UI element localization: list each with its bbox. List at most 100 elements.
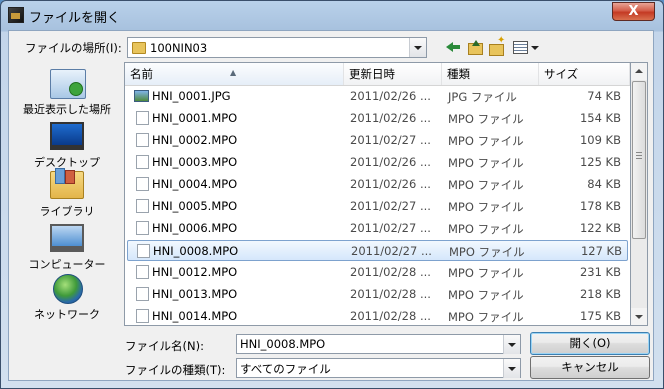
chevron-down-icon[interactable] [409,38,426,57]
close-button[interactable]: X [612,2,655,21]
filetype-dropdown[interactable]: すべてのファイル [236,358,521,378]
table-row[interactable]: HNI_0001.JPG 2011/02/26 ... JPG ファイル 74 KB [127,86,628,107]
file-list[interactable]: 名前 ▲ 更新日時 種類 サイズ HNI_0001.JPG 2011/02/26 … [124,62,631,326]
table-row[interactable]: HNI_0008.MPO 2011/02/27 ... MPO ファイル 127 KB [127,240,628,261]
column-header-size[interactable]: サイズ [539,63,630,85]
libraries-icon [50,168,84,199]
app-icon [8,7,24,23]
file-type: MPO ファイル [448,156,524,170]
filename-input[interactable]: HNI_0008.MPO [236,334,521,354]
place-label: デスクトップ [34,156,100,169]
file-name: HNI_0008.MPO [153,244,239,258]
file-size: 84 KB [587,177,621,191]
file-name: HNI_0003.MPO [152,155,238,169]
table-row[interactable]: HNI_0002.MPO 2011/02/27 ... MPO ファイル 109 KB [127,130,628,151]
filename-value: HNI_0008.MPO [240,337,326,351]
file-date: 2011/02/28 ... [350,287,431,301]
filetype-label: ファイルの種類(T): [125,363,226,377]
file-icon [136,177,149,191]
file-name: HNI_0012.MPO [152,265,238,279]
back-icon[interactable] [446,39,462,55]
file-size: 109 KB [579,133,621,147]
place-computer[interactable]: コンピューター [17,224,117,274]
file-date: 2011/02/26 ... [350,177,431,191]
chevron-down-icon[interactable] [503,359,520,378]
file-type: MPO ファイル [448,200,524,214]
file-name: HNI_0005.MPO [152,199,238,213]
place-label: コンピューター [28,258,106,271]
table-row[interactable]: HNI_0012.MPO 2011/02/28 ... MPO ファイル 231 KB [127,262,628,283]
title-bar[interactable]: ファイルを開く X [1,1,663,31]
scroll-down-icon[interactable] [631,308,647,325]
column-header-name-label: 名前 [130,67,153,81]
file-size: 231 KB [579,265,621,279]
place-recent[interactable]: 最近表示した場所 [17,69,117,119]
network-icon [53,274,83,304]
column-header-type[interactable]: 種類 [442,63,539,85]
place-desktop[interactable]: デスクトップ [17,122,117,172]
file-size: 218 KB [579,287,621,301]
column-header: 名前 ▲ 更新日時 種類 サイズ [125,63,630,86]
place-libraries[interactable]: ライブラリ [17,168,117,221]
file-size: 154 KB [579,111,621,125]
file-date: 2011/02/26 ... [350,155,431,169]
file-size: 74 KB [587,89,621,103]
place-label: 最近表示した場所 [23,103,111,116]
place-label: ライブラリ [39,205,95,218]
up-folder-icon[interactable] [467,39,483,55]
file-type: JPG ファイル [448,90,517,104]
file-name: HNI_0014.MPO [152,309,238,323]
folder-icon [132,42,146,54]
file-date: 2011/02/27 ... [351,244,432,258]
table-row[interactable]: HNI_0014.MPO 2011/02/28 ... MPO ファイル 175 KB [127,306,628,325]
file-icon [136,287,149,301]
file-size: 122 KB [579,221,621,235]
file-name: HNI_0001.JPG [152,89,231,103]
place-network[interactable]: ネットワーク [17,274,117,324]
sort-ascending-icon: ▲ [230,68,237,77]
cancel-button[interactable]: キャンセル [530,356,650,379]
table-row[interactable]: HNI_0001.MPO 2011/02/26 ... MPO ファイル 154 KB [127,108,628,129]
scrollbar-thumb[interactable] [632,81,646,239]
column-header-name[interactable]: 名前 ▲ [125,63,344,85]
file-date: 2011/02/26 ... [350,111,431,125]
file-type: MPO ファイル [448,310,524,324]
look-in-dropdown[interactable]: 100NIN03 [127,37,427,58]
file-icon [137,244,150,258]
table-row[interactable]: HNI_0003.MPO 2011/02/26 ... MPO ファイル 125 KB [127,152,628,173]
file-size: 125 KB [579,155,621,169]
filetype-value: すべてのファイル [240,362,331,376]
file-date: 2011/02/28 ... [350,309,431,323]
file-type: MPO ファイル [448,112,524,126]
file-icon [136,265,149,279]
recent-places-icon [50,69,86,99]
file-name: HNI_0004.MPO [152,177,238,191]
file-name: HNI_0001.MPO [152,111,238,125]
column-header-date[interactable]: 更新日時 [344,63,442,85]
file-size: 175 KB [579,309,621,323]
table-row[interactable]: HNI_0005.MPO 2011/02/27 ... MPO ファイル 178 KB [127,196,628,217]
look-in-value: 100NIN03 [150,41,208,55]
new-folder-icon[interactable] [489,35,505,56]
table-row[interactable]: HNI_0004.MPO 2011/02/26 ... MPO ファイル 84 KB [127,174,628,195]
file-date: 2011/02/27 ... [350,221,431,235]
file-type: MPO ファイル [449,245,525,259]
file-name: HNI_0013.MPO [152,287,238,301]
vertical-scrollbar[interactable] [631,62,648,326]
file-size: 178 KB [579,199,621,213]
file-size: 127 KB [580,244,622,258]
file-type: MPO ファイル [448,134,524,148]
look-in-label: ファイルの場所(I): [25,41,122,55]
open-button[interactable]: 開く(O) [530,332,650,355]
file-icon [136,221,149,235]
file-type: MPO ファイル [448,222,524,236]
table-row[interactable]: HNI_0006.MPO 2011/02/27 ... MPO ファイル 122 KB [127,218,628,239]
file-date: 2011/02/28 ... [350,265,431,279]
scroll-up-icon[interactable] [631,63,647,80]
table-row[interactable]: HNI_0013.MPO 2011/02/28 ... MPO ファイル 218 KB [127,284,628,305]
chevron-down-icon[interactable] [503,335,520,354]
file-type: MPO ファイル [448,178,524,192]
file-icon [136,111,149,125]
view-menu-icon[interactable] [513,39,541,55]
file-name: HNI_0006.MPO [152,221,238,235]
